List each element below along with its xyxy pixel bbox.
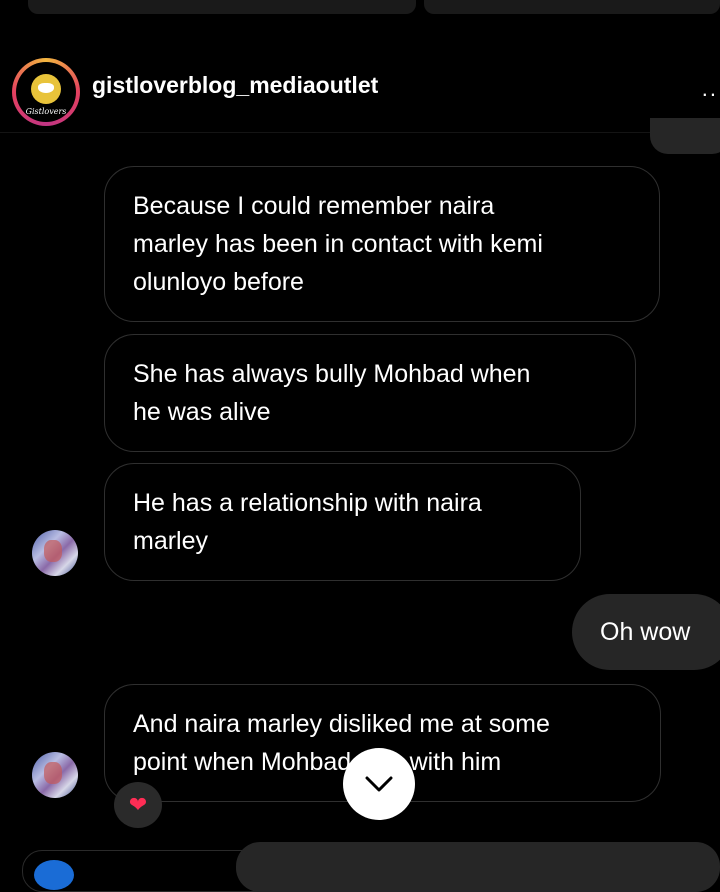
message-bubble[interactable]: She has always bully Mohbad when he was … — [104, 334, 636, 452]
bottom-bar — [0, 842, 720, 892]
top-card-left — [28, 0, 416, 14]
more-options-icon[interactable]: .. — [702, 78, 718, 100]
my-message-bubble[interactable]: Oh wow — [572, 594, 720, 670]
sender-avatar[interactable] — [32, 752, 78, 798]
top-strip — [0, 0, 720, 38]
avatar-logo: Gistlovers — [16, 62, 76, 122]
top-card-right — [424, 0, 720, 14]
message-line: He has a relationship with naira — [133, 489, 482, 517]
message-line: olunloyo before — [133, 268, 304, 296]
partial-message-bubble — [650, 118, 720, 154]
message-line: And naira marley disliked me at some — [133, 710, 550, 738]
message-bubble[interactable]: Because I could remember naira marley ha… — [104, 166, 660, 322]
heart-reaction[interactable]: ❤ — [114, 782, 162, 828]
message-line: marley has been in contact with kemi — [133, 230, 543, 258]
message-line: She has always bully Mohbad when — [133, 360, 531, 388]
profile-avatar[interactable]: Gistlovers — [12, 58, 80, 126]
chevron-down-icon — [365, 776, 393, 792]
message-line: Because I could remember naira — [133, 192, 495, 220]
avatar-logo-text: Gistlovers — [25, 107, 67, 116]
chat-username[interactable]: gistloverblog_mediaoutlet — [92, 72, 378, 99]
message-line: Oh wow — [600, 617, 691, 646]
sender-avatar[interactable] — [32, 530, 78, 576]
scroll-down-button[interactable] — [343, 748, 415, 820]
message-line: marley — [133, 527, 209, 555]
camera-button[interactable] — [34, 860, 74, 890]
message-input[interactable] — [236, 842, 720, 892]
mask-icon — [31, 74, 61, 104]
heart-icon: ❤ — [128, 792, 148, 817]
message-bubble[interactable]: He has a relationship with naira marley — [104, 463, 581, 581]
message-line: he was alive — [133, 398, 271, 426]
